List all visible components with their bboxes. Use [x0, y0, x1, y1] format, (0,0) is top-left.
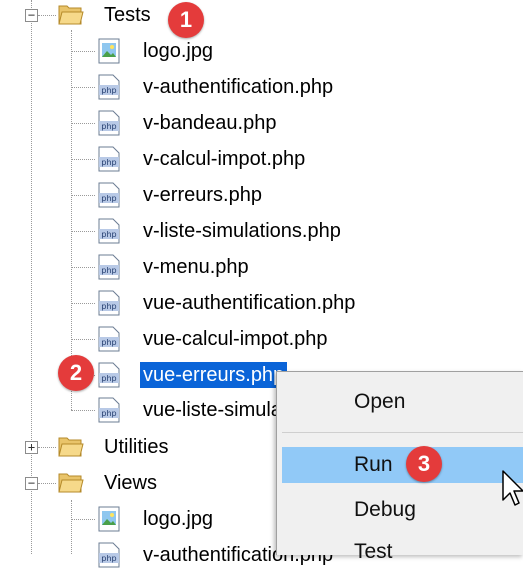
folder-open-icon [58, 473, 84, 493]
php-file-icon: php [98, 254, 120, 280]
file-label: vue-calcul-impot.php [143, 328, 328, 350]
menu-item-debug[interactable]: Debug [282, 492, 523, 528]
svg-text:php: php [101, 338, 116, 347]
php-file-icon: php [98, 290, 120, 316]
php-file-icon: php [98, 326, 120, 352]
svg-text:php: php [101, 409, 116, 418]
php-file-icon: php [98, 362, 120, 388]
expand-toggle[interactable]: + [25, 441, 38, 454]
svg-text:php: php [101, 374, 116, 383]
image-file-icon [98, 506, 120, 532]
file-label: v-authentification.php [143, 76, 334, 98]
file-label: logo.jpg [143, 508, 214, 530]
svg-text:php: php [101, 302, 116, 311]
folder-label: Views [104, 472, 157, 494]
php-file-icon: php [98, 182, 120, 208]
php-file-icon: php [98, 110, 120, 136]
svg-text:php: php [101, 86, 116, 95]
file-label: v-menu.php [143, 256, 249, 278]
php-file-icon: php [98, 542, 120, 568]
menu-item-run[interactable]: Run [282, 447, 523, 483]
step-badge-3: 3 [406, 446, 442, 482]
svg-text:php: php [101, 554, 116, 563]
menu-separator [282, 432, 523, 433]
php-file-icon: php [98, 146, 120, 172]
tree-file-item[interactable]: php v-calcul-impot.php [0, 141, 523, 177]
context-menu: Open Run Debug Test [276, 371, 523, 563]
file-label: v-erreurs.php [143, 184, 262, 206]
file-label: v-liste-simulations.php [143, 220, 341, 242]
php-file-icon: php [98, 74, 120, 100]
tree-file-item[interactable]: php vue-calcul-impot.php [0, 321, 523, 357]
menu-item-test[interactable]: Test [282, 534, 523, 570]
tree-file-item[interactable]: php v-menu.php [0, 249, 523, 285]
tree-file-item[interactable]: php v-erreurs.php [0, 177, 523, 213]
step-badge-2: 2 [58, 355, 94, 391]
mouse-cursor-icon [502, 470, 523, 506]
step-badge-1: 1 [168, 2, 204, 38]
tree-file-item[interactable]: php v-liste-simulations.php [0, 213, 523, 249]
svg-text:php: php [101, 266, 116, 275]
folder-label: Utilities [104, 436, 169, 458]
file-label: v-calcul-impot.php [143, 148, 306, 170]
svg-text:php: php [101, 230, 116, 239]
collapse-toggle[interactable]: − [25, 477, 38, 490]
menu-item-open[interactable]: Open [282, 384, 523, 420]
tree-file-item[interactable]: logo.jpg [0, 33, 523, 69]
file-label: vue-erreurs.php [140, 362, 288, 388]
svg-text:php: php [101, 122, 116, 131]
tree-file-item[interactable]: php vue-authentification.php [0, 285, 523, 321]
tree-file-item[interactable]: php v-bandeau.php [0, 105, 523, 141]
svg-text:php: php [101, 194, 116, 203]
tree-folder-tests[interactable]: − Tests [0, 0, 523, 33]
file-label: vue-authentification.php [143, 292, 356, 314]
folder-label: Tests [104, 4, 151, 26]
file-label: logo.jpg [143, 40, 214, 62]
image-file-icon [98, 38, 120, 64]
php-file-icon: php [98, 218, 120, 244]
folder-open-icon [58, 5, 84, 25]
collapse-toggle[interactable]: − [25, 9, 38, 22]
svg-text:php: php [101, 158, 116, 167]
folder-icon [58, 437, 84, 457]
file-label: v-bandeau.php [143, 112, 277, 134]
tree-file-item[interactable]: php v-authentification.php [0, 69, 523, 105]
php-file-icon: php [98, 397, 120, 423]
